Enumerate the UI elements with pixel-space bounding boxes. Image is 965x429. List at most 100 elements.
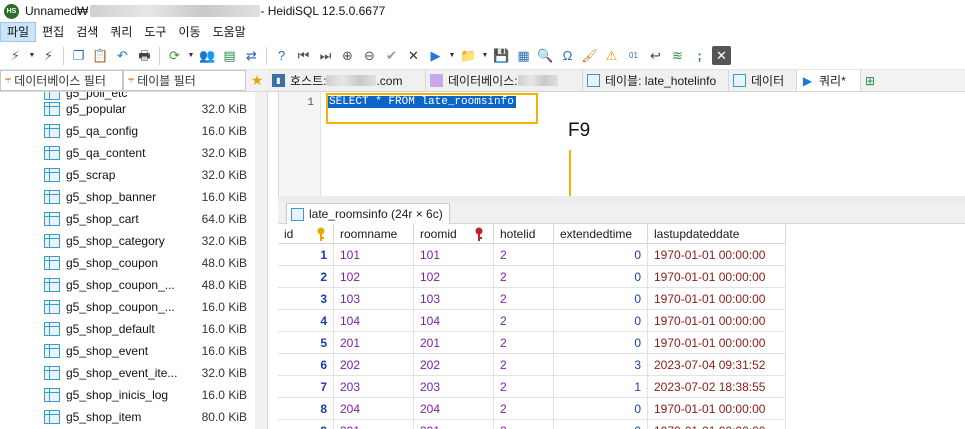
cell-roomname[interactable]: 204 [334,398,414,420]
tab-database[interactable]: 데이터베이스: [426,70,583,91]
column-header-extendedtime[interactable]: extendedtime [554,224,648,244]
cell-roomid[interactable]: 201 [414,332,494,354]
cell-roomname[interactable]: 202 [334,354,414,376]
cell-lastupdateddate[interactable]: 1970-01-01 00:00:00 [648,266,786,288]
replace-icon[interactable]: Ω [558,46,577,65]
cell-extendedtime[interactable]: 1 [554,376,648,398]
cell-roomname[interactable]: 102 [334,266,414,288]
tree-table-item[interactable]: g5_shop_category 32.0 KiB [0,230,255,252]
tree-table-item[interactable]: g5_shop_event_ite... 32.0 KiB [0,362,255,384]
table-row[interactable]: 2 102 102 2 0 1970-01-01 00:00:00 [278,266,786,288]
table-row[interactable]: 8 204 204 2 0 1970-01-01 00:00:00 [278,398,786,420]
cell-id[interactable]: 6 [278,354,334,376]
cell-hotelid[interactable]: 2 [494,332,554,354]
cell-lastupdateddate[interactable]: 1970-01-01 00:00:00 [648,332,786,354]
cell-id[interactable]: 2 [278,266,334,288]
menu-edit[interactable]: 편집 [36,22,70,42]
menu-query[interactable]: 쿼리 [104,22,138,42]
auto-refresh-icon[interactable]: ≋ [668,46,687,65]
cancel-edit-icon[interactable]: ✕ [404,46,423,65]
tree-table-item[interactable]: g5_shop_event 16.0 KiB [0,340,255,362]
refresh-icon[interactable]: ⟳ [165,46,184,65]
cell-lastupdateddate[interactable]: 1970-01-01 00:00:00 [648,398,786,420]
cell-lastupdateddate[interactable]: 1970-01-01 00:00:00 [648,244,786,266]
cell-lastupdateddate[interactable]: 2023-07-02 18:38:55 [648,376,786,398]
table-row[interactable]: 5 201 201 2 0 1970-01-01 00:00:00 [278,332,786,354]
open-dropdown-icon[interactable]: ▼ [481,52,489,59]
transfer-icon[interactable]: ⇄ [242,46,261,65]
database-filter-input[interactable]: ⫧ 데이터베이스 필터 [0,70,123,91]
close-tab-icon[interactable]: ✕ [712,46,731,65]
column-header-lastupdateddate[interactable]: lastupdateddate [648,224,786,244]
run-dropdown-icon[interactable]: ▼ [448,52,456,59]
cell-hotelid[interactable]: 2 [494,244,554,266]
cell-roomid[interactable]: 102 [414,266,494,288]
table-row[interactable]: 1 101 101 2 0 1970-01-01 00:00:00 [278,244,786,266]
menu-go[interactable]: 이동 [172,22,206,42]
cell-id[interactable]: 1 [278,244,334,266]
table-row[interactable]: 3 103 103 2 0 1970-01-01 00:00:00 [278,288,786,310]
semicolon-icon[interactable]: ; [690,46,709,65]
sidebar-scrollbar[interactable] [255,92,267,429]
cell-extendedtime[interactable]: 0 [554,310,648,332]
column-header-roomid[interactable]: roomid [414,224,494,244]
cell-roomid[interactable]: 103 [414,288,494,310]
menu-help[interactable]: 도움말 [207,22,252,42]
cell-roomname[interactable]: 203 [334,376,414,398]
cell-roomid[interactable]: 101 [414,244,494,266]
paste-icon[interactable]: 📋 [91,46,110,65]
menu-tools[interactable]: 도구 [138,22,172,42]
wrap-lines-icon[interactable]: ↩ [646,46,665,65]
connect-dropdown-icon[interactable]: ▼ [28,52,36,59]
table-filter-input[interactable]: ⫧ 테이블 필터 [123,70,246,91]
tree-table-item[interactable]: g5_qa_config 16.0 KiB [0,120,255,142]
tab-query[interactable]: ▶ 쿼리* [797,70,861,91]
column-header-hotelid[interactable]: hotelid [494,224,554,244]
help-icon[interactable]: ? [272,46,291,65]
tab-data[interactable]: 데이터 [729,70,797,91]
delete-record-icon[interactable]: ⊖ [360,46,379,65]
run-query-icon[interactable]: ▶ [426,46,445,65]
post-record-icon[interactable]: ✔ [382,46,401,65]
cell-extendedtime[interactable]: 0 [554,332,648,354]
cell-hotelid[interactable]: 2 [494,398,554,420]
cell-extendedtime[interactable]: 3 [554,354,648,376]
tree-table-item[interactable]: g5_shop_coupon_... 16.0 KiB [0,296,255,318]
cell-hotelid[interactable]: 2 [494,420,554,429]
tree-table-item[interactable]: g5_shop_coupon_... 48.0 KiB [0,274,255,296]
export-icon[interactable]: ▤ [220,46,239,65]
tree-table-item[interactable]: g5_shop_inicis_log 16.0 KiB [0,384,255,406]
cell-extendedtime[interactable]: 0 [554,244,648,266]
cell-roomid[interactable]: 104 [414,310,494,332]
save-snippet-icon[interactable]: ▦ [514,46,533,65]
cell-roomid[interactable]: 301 [414,420,494,429]
cell-hotelid[interactable]: 2 [494,266,554,288]
cell-roomname[interactable]: 201 [334,332,414,354]
favorite-star-icon[interactable]: ★ [246,70,268,91]
tree-table-item[interactable]: g5_shop_cart 64.0 KiB [0,208,255,230]
cell-id[interactable]: 3 [278,288,334,310]
cell-roomname[interactable]: 101 [334,244,414,266]
cell-hotelid[interactable]: 2 [494,310,554,332]
results-tab[interactable]: late_roomsinfo (24r × 6c) [286,203,450,224]
refresh-dropdown-icon[interactable]: ▼ [187,52,195,59]
tab-host[interactable]: ▮ 호스트: .com [268,70,426,91]
cell-hotelid[interactable]: 2 [494,288,554,310]
new-query-tab-button[interactable]: ⊞ [861,70,883,91]
cell-id[interactable]: 5 [278,332,334,354]
tab-table[interactable]: 테이블: late_hotelinfo [583,70,729,91]
cell-extendedtime[interactable]: 0 [554,420,648,429]
copy-icon[interactable]: ❐ [69,46,88,65]
user-manager-icon[interactable]: 👥 [198,46,217,65]
cell-extendedtime[interactable]: 0 [554,288,648,310]
menu-file[interactable]: 파일 [0,22,37,42]
warning-filter-icon[interactable]: ⚠ [602,46,621,65]
cell-roomname[interactable]: 104 [334,310,414,332]
cell-hotelid[interactable]: 2 [494,376,554,398]
cell-lastupdateddate[interactable]: 1970-01-01 00:00:00 [648,420,786,429]
cell-id[interactable]: 8 [278,398,334,420]
cell-lastupdateddate[interactable]: 2023-07-04 09:31:52 [648,354,786,376]
binary-mode-icon[interactable]: 01 [624,46,643,65]
table-row[interactable]: 9301301201970-01-01 00:00:00 [278,420,786,429]
table-row[interactable]: 7 203 203 2 1 2023-07-02 18:38:55 [278,376,786,398]
